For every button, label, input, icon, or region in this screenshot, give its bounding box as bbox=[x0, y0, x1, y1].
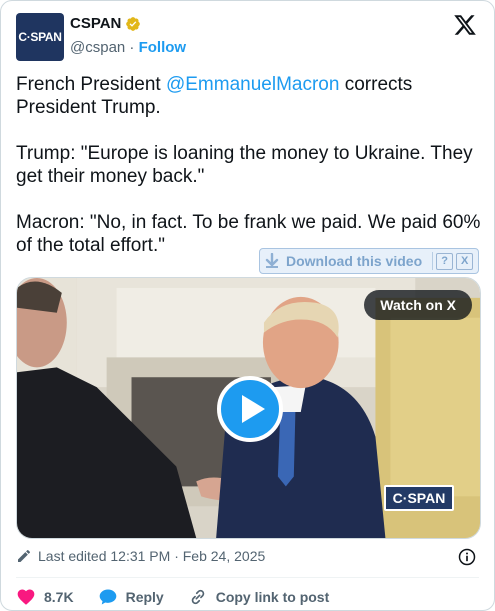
link-icon bbox=[191, 589, 204, 605]
tweet-text-intro: French President bbox=[16, 74, 166, 95]
tweet-text: French President @EmmanuelMacron correct… bbox=[16, 73, 481, 257]
like-count: 8.7K bbox=[44, 589, 74, 605]
avatar[interactable]: C·SPAN bbox=[16, 13, 64, 61]
reply-label: Reply bbox=[125, 589, 164, 605]
tweet-text-trump-quote: Trump: "Europe is loaning the money to U… bbox=[16, 143, 478, 187]
handle-separator: · bbox=[125, 39, 139, 56]
speech-bubble-icon bbox=[99, 589, 116, 605]
tweet-meta: Last edited 12:31 PM · Feb 24, 2025 bbox=[16, 548, 265, 564]
download-arrow-icon bbox=[265, 253, 279, 268]
heart-icon bbox=[17, 589, 35, 605]
pencil-icon bbox=[18, 549, 31, 562]
last-edited-timestamp[interactable]: Last edited 12:31 PM · Feb 24, 2025 bbox=[38, 548, 265, 564]
author-handle-row: @cspan · Follow bbox=[70, 39, 186, 56]
download-video-label[interactable]: Download this video bbox=[286, 253, 422, 269]
download-video-overlay[interactable]: Download this video ? X bbox=[259, 248, 479, 274]
channel-watermark: C·SPAN bbox=[384, 485, 454, 511]
x-logo-icon[interactable] bbox=[453, 13, 477, 37]
reply-button[interactable]: Reply bbox=[98, 587, 164, 607]
author-display-name[interactable]: CSPAN bbox=[70, 15, 121, 32]
author-handle[interactable]: @cspan bbox=[70, 39, 125, 56]
watch-on-x-button[interactable]: Watch on X bbox=[364, 290, 472, 320]
copy-link-button[interactable]: Copy link to post bbox=[188, 587, 330, 607]
download-close-button[interactable]: X bbox=[456, 252, 474, 270]
divider bbox=[16, 577, 479, 578]
info-icon[interactable] bbox=[457, 547, 477, 567]
like-button[interactable]: 8.7K bbox=[16, 587, 74, 607]
tweet-actions: 8.7K Reply Copy link to post bbox=[16, 587, 353, 607]
download-help-button[interactable]: ? bbox=[436, 252, 454, 270]
copy-link-label: Copy link to post bbox=[215, 589, 330, 605]
mention-link[interactable]: @EmmanuelMacron bbox=[166, 74, 339, 95]
avatar-logo-text: C·SPAN bbox=[18, 30, 62, 44]
tweet-card: C·SPAN CSPAN @cspan · Follow French Pres… bbox=[0, 0, 495, 611]
download-separator bbox=[432, 252, 434, 270]
follow-button[interactable]: Follow bbox=[139, 39, 187, 56]
author-name-row: CSPAN bbox=[70, 15, 141, 32]
video-player[interactable]: Watch on X C·SPAN bbox=[16, 277, 481, 539]
verified-badge-icon bbox=[126, 16, 141, 31]
play-button-icon[interactable] bbox=[217, 376, 283, 442]
